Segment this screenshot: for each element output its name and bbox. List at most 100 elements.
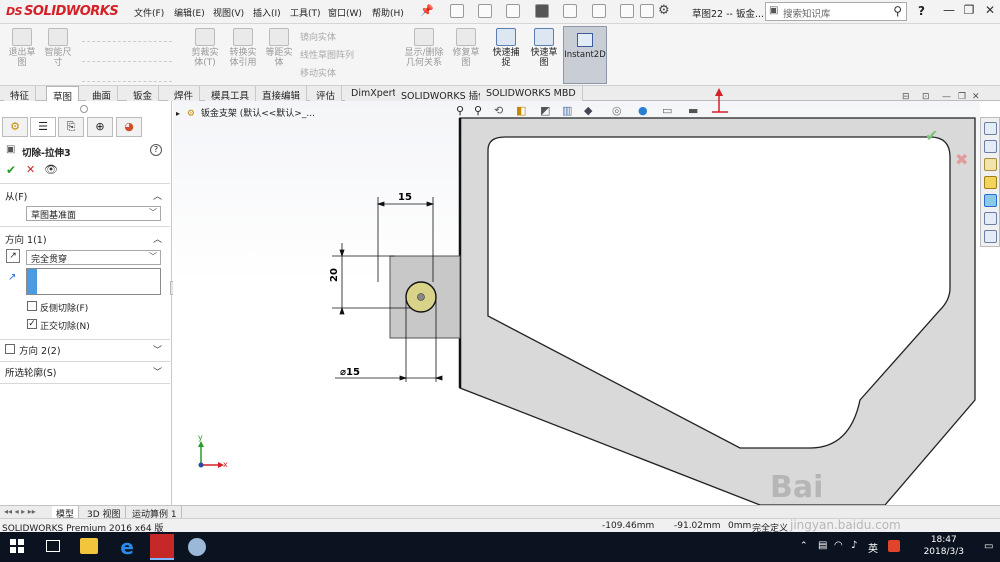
menu-tools[interactable]: 工具(T): [290, 6, 321, 19]
chevron-down-icon[interactable]: ﹀: [153, 365, 162, 378]
direction2-checkbox[interactable]: [5, 344, 15, 354]
file-properties-icon[interactable]: [640, 4, 654, 18]
tab-sketch[interactable]: 草图: [46, 86, 80, 103]
instant2d-button[interactable]: Instant2D: [563, 26, 607, 84]
exit-sketch-button[interactable]: 退出草 图: [4, 28, 40, 68]
edge-browser-icon[interactable]: e: [116, 536, 138, 558]
rapid-sketch-button[interactable]: 快速草 图: [526, 28, 562, 68]
windows-start-icon[interactable]: [10, 539, 24, 553]
flip-side-checkbox[interactable]: [27, 301, 37, 311]
new-document-icon[interactable]: [450, 4, 464, 18]
direction1-section-header[interactable]: 方向 1(1) ︿: [0, 232, 170, 246]
custom-properties-icon[interactable]: [984, 212, 997, 225]
tab-scroll-arrows-icon[interactable]: ◂◂ ◂ ▸ ▸▸: [4, 507, 36, 516]
chevron-down-icon[interactable]: ﹀: [153, 343, 162, 356]
file-explorer-icon[interactable]: [984, 158, 997, 171]
divider: [0, 339, 170, 340]
volume-icon[interactable]: ♪: [851, 540, 857, 551]
open-icon[interactable]: [478, 4, 492, 18]
network-icon[interactable]: ▤: [818, 540, 827, 551]
tray-people-icon[interactable]: ⌃: [800, 541, 808, 551]
dimxpert-tab-icon[interactable]: ⊕: [87, 117, 113, 137]
move-entities-button[interactable]: 移动实体: [300, 66, 336, 79]
menu-file[interactable]: 文件(F): [134, 6, 164, 19]
end-condition-select[interactable]: 完全贯穿 ﹀: [26, 250, 161, 265]
menu-view[interactable]: 视图(V): [213, 6, 244, 19]
sogou-ime-icon[interactable]: [888, 540, 900, 552]
design-library-icon[interactable]: [984, 140, 997, 153]
restore-icon[interactable]: ❐: [962, 3, 976, 17]
forum-icon[interactable]: [984, 230, 997, 243]
menu-help[interactable]: 帮助(H): [372, 6, 404, 19]
dimension-diameter-value[interactable]: ⌀15: [340, 367, 360, 378]
direction2-section-header[interactable]: 方向 2(2) ﹀: [0, 343, 170, 357]
mirror-entities-button[interactable]: 镜向实体: [300, 30, 336, 43]
convert-entities-button[interactable]: 转换实 体引用: [224, 28, 262, 68]
display-manager-tab-icon[interactable]: ◕: [116, 117, 142, 137]
close-icon[interactable]: ✕: [983, 3, 997, 17]
cancel-x-icon[interactable]: ✕: [26, 163, 35, 176]
chevron-up-icon[interactable]: ︿: [153, 232, 162, 245]
circle-center-point[interactable]: [417, 293, 425, 301]
options-gear-icon[interactable]: ⚙: [658, 3, 670, 18]
smart-dimension-button[interactable]: 智能尺 寸: [40, 28, 76, 68]
search-icon[interactable]: ⚲: [893, 4, 902, 18]
rebuild-icon[interactable]: [620, 4, 634, 18]
chevron-up-icon[interactable]: ︿: [153, 189, 162, 202]
reverse-direction-icon[interactable]: ↗: [6, 249, 20, 263]
offset-entities-button[interactable]: 等距实 体: [262, 28, 296, 68]
quick-snaps-button[interactable]: 快速捕 捉: [488, 28, 524, 68]
tab-features[interactable]: 特征: [4, 86, 37, 102]
from-select[interactable]: 草图基准面 ﹀: [26, 206, 161, 221]
property-manager-tab-icon[interactable]: ☰: [30, 117, 56, 137]
dimension-horizontal-value[interactable]: 15: [398, 192, 412, 203]
home-icon[interactable]: [984, 122, 997, 135]
rectangle-tools[interactable]: [82, 50, 172, 62]
notifications-icon[interactable]: ▭: [984, 541, 993, 552]
ime-indicator[interactable]: 英: [868, 540, 878, 555]
view-palette-icon[interactable]: [984, 176, 997, 189]
slot-tools[interactable]: [82, 70, 172, 82]
selected-contours-header[interactable]: 所选轮廓(S) ﹀: [0, 365, 170, 379]
depth-selection-box[interactable]: [26, 268, 161, 295]
display-relations-button[interactable]: 显示/删除 几何关系: [400, 28, 448, 68]
help-button[interactable]: ?: [918, 4, 925, 18]
cancel-x-icon[interactable]: ✖: [955, 150, 968, 169]
repair-sketch-button[interactable]: 修复草 图: [448, 28, 484, 68]
pin-icon[interactable]: 📌: [420, 4, 434, 17]
config-manager-tab-icon[interactable]: ⎘: [58, 117, 84, 137]
normal-cut-checkbox[interactable]: ✓: [27, 319, 37, 329]
file-explorer-taskbar-icon[interactable]: [80, 538, 98, 554]
undo-icon[interactable]: [563, 4, 577, 18]
from-section-header[interactable]: 从(F) ︿: [0, 189, 170, 203]
menu-window[interactable]: 窗口(W): [328, 6, 362, 19]
taskbar-clock[interactable]: 18:47 2018/3/3: [924, 534, 964, 558]
select-icon[interactable]: [592, 4, 606, 18]
trim-entities-button[interactable]: 剪裁实 体(T): [186, 28, 224, 68]
appearances-icon[interactable]: [984, 194, 997, 207]
solidworks-logo[interactable]: DS SOLIDWORKS: [6, 4, 119, 19]
preview-eye-icon[interactable]: 👁: [44, 163, 58, 176]
tab-surfaces[interactable]: 曲面: [86, 86, 119, 102]
feature-tree-tab-icon[interactable]: ⚙: [2, 117, 28, 137]
wifi-icon[interactable]: ◠: [834, 540, 843, 551]
panel-grip-icon[interactable]: [80, 105, 88, 113]
search-input[interactable]: ▣ 搜索知识库 ⚲: [765, 2, 907, 21]
ok-check-icon[interactable]: ✔: [6, 163, 16, 177]
confirm-check-icon[interactable]: ✔: [925, 126, 938, 145]
task-view-icon[interactable]: [46, 540, 60, 552]
line-tools[interactable]: [82, 30, 172, 42]
solidworks-taskbar-icon[interactable]: [150, 534, 174, 560]
tab-sheet-metal[interactable]: 钣金: [127, 86, 160, 102]
paint-app-icon[interactable]: [188, 538, 206, 556]
menu-edit[interactable]: 编辑(E): [174, 6, 205, 19]
dimension-vertical-value[interactable]: 20: [329, 268, 340, 282]
save-icon[interactable]: [506, 4, 520, 18]
menu-insert[interactable]: 插入(I): [253, 6, 281, 19]
minimize-icon[interactable]: —: [942, 3, 956, 17]
direction1-label: 方向 1(1): [5, 235, 47, 246]
model-canvas[interactable]: 15 20 ⌀15 ✔ ✖ y x: [173, 86, 980, 505]
print-icon[interactable]: [535, 4, 549, 18]
help-icon[interactable]: ?: [150, 144, 162, 156]
linear-pattern-button[interactable]: 线性草图阵列: [300, 48, 354, 61]
